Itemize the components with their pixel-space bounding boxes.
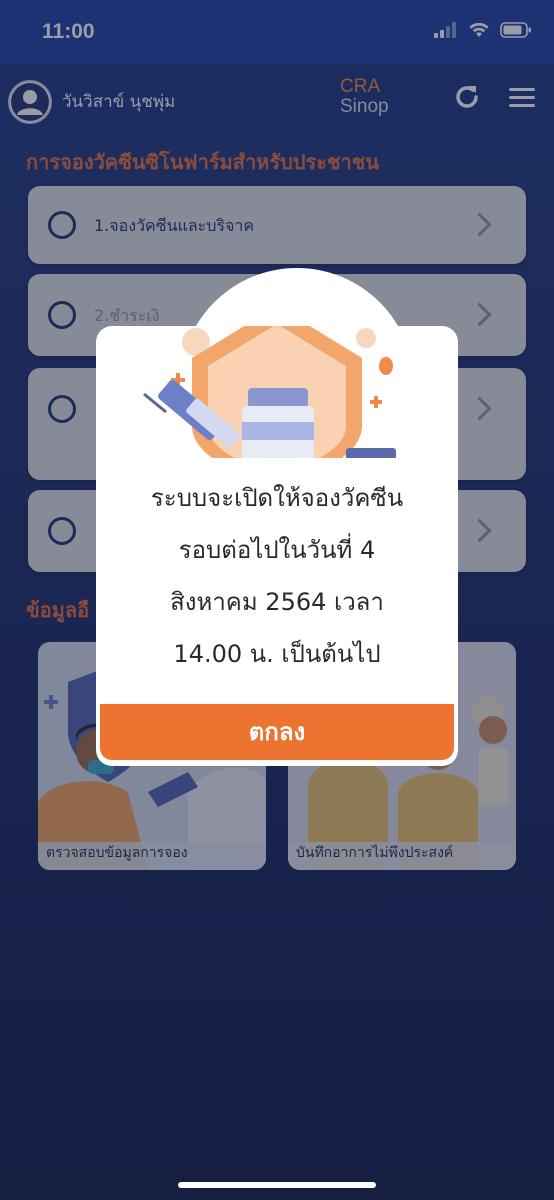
home-indicator[interactable]: [178, 1182, 376, 1188]
ok-button[interactable]: ตกลง: [100, 704, 454, 760]
dialog-message-line: สิงหาคม 2564 เวลา: [170, 588, 384, 616]
vaccine-shield-illustration: [143, 326, 396, 458]
dialog-message-line: ระบบจะเปิดให้จองวัคซีน: [150, 484, 404, 512]
booking-notice-dialog: ระบบจะเปิดให้จองวัคซีน รอบต่อไปในวันที่ …: [96, 326, 458, 766]
dialog-message-line: รอบต่อไปในวันที่ 4: [178, 536, 376, 564]
dialog-message-line: 14.00 น. เป็นต้นไป: [173, 640, 381, 668]
dialog-message: ระบบจะเปิดให้จองวัคซีน รอบต่อไปในวันที่ …: [96, 472, 458, 680]
